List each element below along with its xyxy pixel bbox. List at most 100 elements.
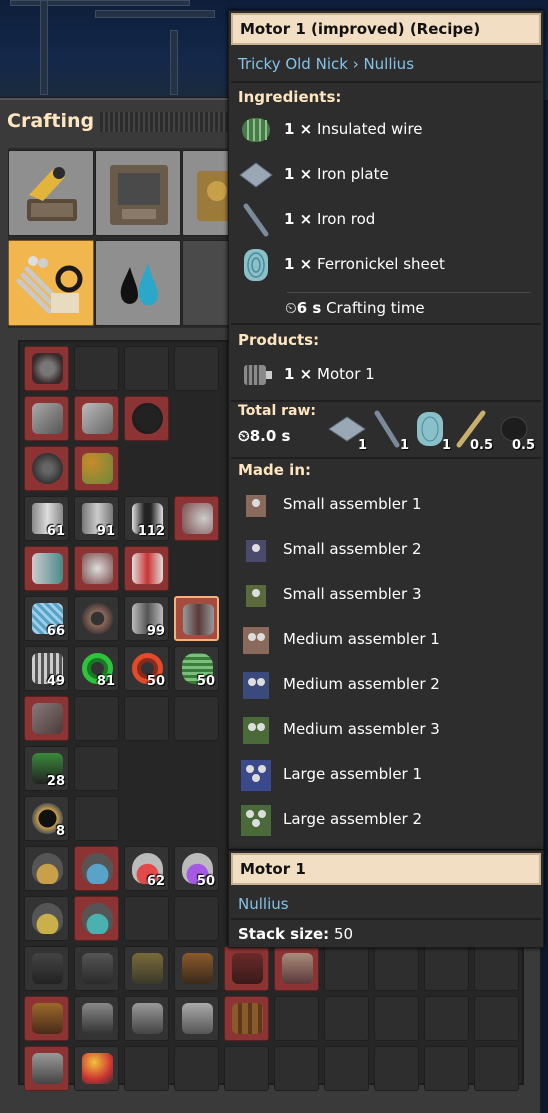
- recipe-slot-motor-1-selected[interactable]: [174, 596, 219, 641]
- group-tab-intermediates[interactable]: [8, 240, 94, 326]
- ingredient-row[interactable]: 1 × Insulated wire: [238, 110, 538, 150]
- group-tab-chemicals[interactable]: [95, 240, 181, 326]
- group-tab-logistics[interactable]: [8, 150, 94, 236]
- mod-path-link[interactable]: Tricky Old Nick › Nullius: [238, 55, 414, 73]
- recipe-slot-coupler[interactable]: 112: [124, 496, 169, 541]
- recipe-slot-empty: [124, 1046, 169, 1091]
- recipe-slot[interactable]: [24, 696, 69, 741]
- recipe-slot-building[interactable]: [274, 946, 319, 991]
- recipe-slot-flask-yellow[interactable]: [24, 846, 69, 891]
- recipe-slot-building[interactable]: [124, 996, 169, 1041]
- recipe-slot[interactable]: [74, 546, 119, 591]
- building-icon: [282, 953, 313, 984]
- recipe-slot-flask-red[interactable]: 62: [124, 846, 169, 891]
- building-icon: [132, 953, 163, 984]
- divider: [231, 81, 541, 83]
- ingredient-name: Insulated wire: [317, 120, 423, 138]
- ingredient-row[interactable]: 1 × Iron rod: [238, 200, 538, 240]
- recipe-slot-building[interactable]: [74, 946, 119, 991]
- ingredients-header: Ingredients:: [238, 88, 342, 106]
- motor-icon: [244, 365, 272, 385]
- recipe-slot-explosive[interactable]: [74, 1046, 119, 1091]
- recipe-slot-insulated-wire[interactable]: 50: [174, 646, 219, 691]
- recipe-tooltip-title: Motor 1 (improved) (Recipe): [231, 13, 541, 45]
- recipe-slot-building[interactable]: [24, 946, 69, 991]
- assembler-icon: [243, 627, 269, 654]
- assembler-name: Large assembler 2: [283, 810, 423, 828]
- recipe-slot-building[interactable]: [74, 996, 119, 1041]
- ingredient-row[interactable]: 1 × Iron plate: [238, 155, 538, 195]
- made-in-row[interactable]: Small assembler 3: [238, 575, 538, 615]
- recipe-slot-building[interactable]: [24, 1046, 69, 1091]
- production-icon: [110, 165, 168, 225]
- recipe-slot-building[interactable]: [174, 946, 219, 991]
- item-mod-link[interactable]: Nullius: [238, 895, 289, 913]
- recipe-slot-flask[interactable]: [24, 896, 69, 941]
- recipe-slot[interactable]: [174, 496, 219, 541]
- recipe-slot-transformer[interactable]: 49: [24, 646, 69, 691]
- made-in-row[interactable]: Small assembler 2: [238, 530, 538, 570]
- ingredient-amount: 1 ×: [284, 210, 313, 228]
- made-in-row[interactable]: Large assembler 1: [238, 755, 538, 795]
- recipe-slot-building[interactable]: [224, 996, 269, 1041]
- made-in-row[interactable]: Medium assembler 2: [238, 665, 538, 705]
- item-count: 62: [146, 874, 165, 889]
- recipe-slot-barrel-1[interactable]: 61: [24, 496, 69, 541]
- item-count: 49: [46, 674, 65, 689]
- group-tab-production[interactable]: [95, 150, 181, 236]
- raw-iron-rod[interactable]: 1: [367, 409, 409, 453]
- recipe-slot-empty: [174, 696, 219, 741]
- raw-ferronickel-sheet[interactable]: 1: [409, 409, 451, 453]
- recipe-slot[interactable]: [24, 546, 69, 591]
- recipe-slot-flask[interactable]: [74, 896, 119, 941]
- recipe-slot-building[interactable]: [24, 996, 69, 1041]
- recipe-slot-fan[interactable]: 8: [24, 796, 69, 841]
- assembler-name: Large assembler 1: [283, 765, 423, 783]
- window-drag-handle[interactable]: [100, 112, 230, 132]
- recipe-slot-wire-red[interactable]: 50: [124, 646, 169, 691]
- assembler-name: Medium assembler 3: [283, 720, 440, 738]
- recipe-slot-empty: [124, 696, 169, 741]
- motor-icon: [183, 604, 214, 635]
- recipe-slot-empty: [474, 1046, 519, 1091]
- ingredient-name: Ferronickel sheet: [317, 255, 445, 273]
- recipe-slot[interactable]: [24, 346, 69, 391]
- recipe-slot-building[interactable]: [124, 946, 169, 991]
- raw-amount: 1: [441, 438, 451, 453]
- recipe-slot-coil[interactable]: 66: [24, 596, 69, 641]
- recipe-slot-stator[interactable]: [74, 596, 119, 641]
- recipe-slot[interactable]: [24, 446, 69, 491]
- made-in-row[interactable]: Large assembler 2: [238, 800, 538, 840]
- raw-rod-yellow[interactable]: 0.5: [451, 409, 493, 453]
- recipe-slot-empty: [74, 746, 119, 791]
- item-count: 91: [96, 524, 115, 539]
- raw-iron-plate[interactable]: 1: [325, 409, 367, 453]
- recipe-slot[interactable]: [124, 546, 169, 591]
- recipe-slot-empty: [324, 946, 369, 991]
- ingredient-row[interactable]: 1 × Ferronickel sheet: [238, 245, 538, 285]
- assembler-name: Medium assembler 1: [283, 630, 440, 648]
- raw-black-material[interactable]: 0.5: [493, 409, 535, 453]
- item-count: 61: [46, 524, 65, 539]
- pipe-fitting-icon: [32, 553, 63, 584]
- made-in-row[interactable]: Medium assembler 1: [238, 620, 538, 660]
- recipe-slot-circuit[interactable]: 28: [24, 746, 69, 791]
- recipe-slot[interactable]: [24, 396, 69, 441]
- recipe-slot[interactable]: [124, 396, 169, 441]
- item-count: 8: [55, 824, 65, 839]
- recipe-slot[interactable]: [74, 446, 119, 491]
- item-tooltip-title: Motor 1: [231, 853, 541, 885]
- recipe-slot-building[interactable]: [224, 946, 269, 991]
- made-in-row[interactable]: Small assembler 1: [238, 485, 538, 525]
- recipe-slot-building[interactable]: [174, 996, 219, 1041]
- product-row[interactable]: 1 × Motor 1: [238, 355, 538, 395]
- building-icon: [232, 953, 263, 984]
- made-in-row[interactable]: Medium assembler 3: [238, 710, 538, 750]
- recipe-slot-empty: [224, 1046, 269, 1091]
- recipe-slot-flask-blue[interactable]: [74, 846, 119, 891]
- recipe-slot[interactable]: [74, 396, 119, 441]
- recipe-slot-motor-housing[interactable]: 99: [124, 596, 169, 641]
- recipe-slot-flask-purple[interactable]: 50: [174, 846, 219, 891]
- recipe-slot-wire-green[interactable]: 81: [74, 646, 119, 691]
- recipe-slot-barrel-2[interactable]: 91: [74, 496, 119, 541]
